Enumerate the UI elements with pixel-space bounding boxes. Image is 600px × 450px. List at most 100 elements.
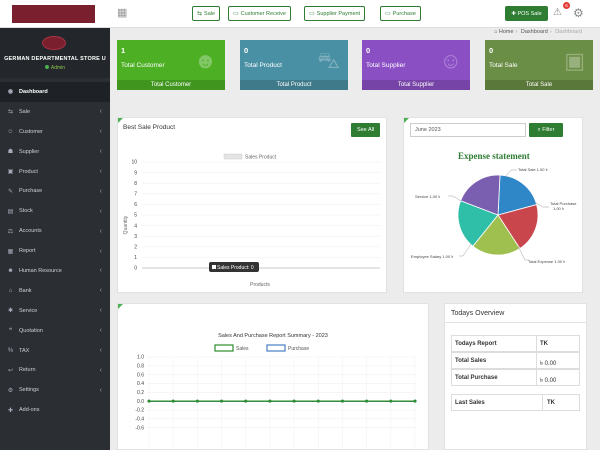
sidebar-item-label: Customer	[19, 128, 43, 135]
total-supplier-card[interactable]: ☺ 0 Total Supplier Total Supplier	[362, 40, 470, 90]
y-tick-label: 10	[131, 160, 137, 166]
chevron-left-icon: ‹	[99, 347, 102, 355]
breadcrumb-home[interactable]: Home	[499, 29, 514, 35]
data-point-sales	[147, 399, 151, 403]
overview-row: Todays Report TK	[451, 335, 580, 352]
data-point-sales	[365, 399, 369, 403]
best-sale-title: Best Sale Product	[123, 124, 176, 131]
data-point-sales	[268, 399, 272, 403]
total-product-card[interactable]: ⛍ 0 Total Product Total Product	[240, 40, 348, 90]
y-tick-label: 0.6	[137, 372, 144, 378]
shopping-bag-icon: ⛍	[317, 48, 340, 73]
pos-sale-button[interactable]: ✚ POS Sale	[505, 6, 548, 21]
data-point-sales	[340, 399, 344, 403]
report-icon: ▦	[7, 248, 14, 255]
chevron-left-icon: ‹	[99, 207, 102, 215]
sidebar-item-quotation[interactable]: ❝ Quotation ‹	[0, 321, 110, 341]
card-footer: Total Product	[240, 80, 348, 90]
y-tick-label: 6	[134, 202, 137, 208]
sales-purchase-chart: Sales And Purchase Report Summary - 2023…	[135, 333, 417, 450]
accounts-icon: ⚖	[7, 228, 14, 235]
apps-grid-icon[interactable]: ▦	[117, 8, 127, 19]
sidebar-item-report[interactable]: ▦ Report ‹	[0, 241, 110, 261]
legend-swatch	[223, 153, 243, 160]
total-sale-card[interactable]: ▣ 0 Total Sale Total Sale	[485, 40, 593, 90]
series-lines	[147, 399, 417, 403]
data-point-sales	[195, 399, 199, 403]
sidebar-item-purchase[interactable]: ✎ Purchase ‹	[0, 181, 110, 201]
y-grid: 1.0 0.8 0.6 0.4 0.2 0.0 -0.2 -0.4 -0.6	[135, 355, 417, 450]
sidebar-item-return[interactable]: ↩ Return ‹	[0, 360, 110, 380]
bank-icon: ⌂	[8, 287, 13, 294]
y-tick-label: 0.4	[137, 381, 144, 387]
sidebar-item-label: Product	[19, 168, 38, 175]
sidebar-item-settings[interactable]: ⚙ Settings ‹	[0, 380, 110, 400]
see-all-button[interactable]: See All	[351, 123, 380, 137]
sidebar-item-add-ons[interactable]: ✚ Add-ons	[0, 400, 110, 420]
legend-sales-swatch	[214, 344, 234, 352]
x-axis-label: Products	[250, 282, 270, 288]
sidebar-item-customer[interactable]: ☺ Customer ‹	[0, 122, 110, 142]
sidebar-item-bank[interactable]: ⌂ Bank ‹	[0, 281, 110, 301]
sidebar-item-label: Quotation	[19, 327, 43, 334]
purchase-icon: ✎	[7, 188, 14, 195]
sidebar-item-label: Dashboard	[19, 88, 48, 95]
chevron-left-icon: ‹	[99, 168, 102, 175]
sidebar-item-stock[interactable]: ▤ Stock ‹	[0, 201, 110, 221]
sidebar-item-label: Report	[19, 248, 36, 255]
warning-icon[interactable]: ⚠	[553, 7, 562, 18]
overview-title: Todays Overview	[451, 310, 505, 317]
purchase-button[interactable]: ▭ Purchase	[380, 6, 421, 21]
panel-corner	[118, 118, 123, 123]
supplier-payment-button[interactable]: ▭ Supplier Payment	[304, 6, 366, 21]
sidebar-item-accounts[interactable]: ⚖ Accounts ‹	[0, 221, 110, 241]
breadcrumb-dashboard[interactable]: Dashboard	[521, 29, 548, 35]
y-tick-label: 3	[134, 234, 137, 240]
brand-panel: GERMAN DEPARTMENTAL STORE U Admin	[0, 28, 110, 78]
y-tick-label: 5	[134, 213, 137, 219]
total-customer-card[interactable]: ☻ 1 Total Customer Total Customer	[117, 40, 225, 90]
sale-button[interactable]: ⇆ Sale	[192, 6, 221, 21]
sidebar-item-product[interactable]: ▣ Product ‹	[0, 162, 110, 182]
sidebar-item-label: TAX	[19, 347, 30, 354]
sidebar-item-tax[interactable]: % TAX ‹	[0, 341, 110, 361]
money-icon: ▣	[564, 48, 585, 73]
month-select[interactable]: June 2023	[410, 123, 526, 137]
dashboard-icon: ◉	[7, 89, 14, 96]
filter-button[interactable]: ⌕ Filter	[529, 123, 563, 137]
gear-icon[interactable]: ⚙	[573, 6, 584, 20]
last-sales-row: Last Sales TK	[451, 394, 580, 411]
chevron-left-icon: ‹	[99, 386, 102, 394]
chevron-left-icon: ‹	[99, 287, 102, 295]
top-bar: ▦ ⇆ Sale ▭ Customer Receive ▭ Supplier Paym…	[110, 0, 600, 28]
card-label: Total Supplier	[366, 62, 406, 69]
sidebar-item-sale[interactable]: ⇆ Sale ‹	[0, 102, 110, 122]
sidebar-item-dashboard[interactable]: ◉ Dashboard	[0, 82, 110, 102]
card-footer: Total Customer	[117, 80, 225, 90]
money-icon: ▭	[309, 11, 315, 17]
chevron-left-icon: ‹	[99, 148, 102, 156]
sidebar-item-label: Sale	[19, 108, 31, 115]
status-label: Admin	[50, 65, 66, 71]
label-total-expense: Total Expense 1.00 ৳	[528, 259, 565, 264]
chevron-left-icon: ‹	[99, 108, 102, 116]
quotation-icon: ❝	[8, 328, 13, 335]
sidebar-item-supplier[interactable]: ☗ Supplier ‹	[0, 142, 110, 162]
data-point-sales	[292, 399, 296, 403]
sidebar-item-label: Service	[19, 307, 38, 314]
sidebar-item-service[interactable]: ✱ Service ‹	[0, 301, 110, 321]
chevron-left-icon: ‹	[99, 307, 102, 315]
users-icon: ☻	[193, 48, 217, 73]
logo-area[interactable]	[0, 0, 110, 28]
chevron-left-icon: ‹	[99, 327, 102, 335]
customer-receive-button[interactable]: ▭ Customer Receive	[228, 6, 291, 21]
product-icon: ▣	[7, 169, 14, 175]
y-tick-label: -0.2	[135, 408, 144, 414]
sidebar-item-label: Accounts	[19, 228, 42, 235]
sidebar-nav: ◉ Dashboard ⇆ Sale ‹ ☺ Customer ‹ ☗ Supplier ‹ ▣ Pro…	[0, 82, 110, 420]
panel-corner	[118, 304, 123, 309]
hr-icon: ☻	[7, 267, 14, 274]
sidebar-item-human-resource[interactable]: ☻ Human Resource ‹	[0, 261, 110, 281]
chevron-left-icon: ‹	[99, 187, 102, 195]
stock-icon: ▤	[7, 208, 14, 215]
